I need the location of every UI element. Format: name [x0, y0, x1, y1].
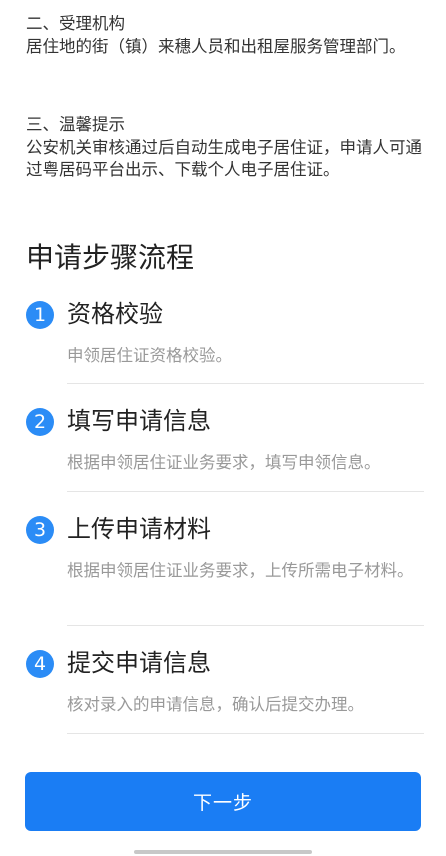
- info-section-tips: 三、温馨提示 公安机关审核通过后自动生成电子居住证，申请人可通过粤居码平台出示、…: [26, 114, 424, 182]
- step-title: 填写申请信息: [67, 407, 211, 435]
- divider: [67, 383, 424, 384]
- step-description: 根据申领居住证业务要求，填写申领信息。: [67, 453, 381, 472]
- section-heading: 三、温馨提示: [26, 115, 125, 134]
- divider: [67, 733, 424, 734]
- section-heading: 二、受理机构: [26, 14, 125, 33]
- step-number-icon: 2: [26, 408, 54, 436]
- step-number-icon: 4: [26, 650, 54, 678]
- info-section-acceptance-agency: 二、受理机构 居住地的街（镇）来穗人员和出租屋服务管理部门。: [26, 13, 424, 58]
- section-body: 公安机关审核通过后自动生成电子居住证，申请人可通过粤居码平台出示、下载个人电子居…: [26, 137, 422, 180]
- next-step-button[interactable]: 下一步: [25, 772, 421, 831]
- step-title: 提交申请信息: [67, 649, 211, 677]
- step-title: 资格校验: [67, 300, 163, 328]
- steps-title: 申请步骤流程: [26, 241, 195, 274]
- divider: [67, 625, 424, 626]
- home-indicator[interactable]: [134, 850, 312, 854]
- step-description: 申领居住证资格校验。: [67, 346, 232, 365]
- step-number-icon: 3: [26, 516, 54, 544]
- step-description: 根据申领居住证业务要求，上传所需电子材料。: [67, 561, 414, 580]
- section-body: 居住地的街（镇）来穗人员和出租屋服务管理部门。: [26, 36, 406, 56]
- step-description: 核对录入的申请信息，确认后提交办理。: [67, 695, 364, 714]
- step-title: 上传申请材料: [67, 515, 211, 543]
- divider: [67, 491, 424, 492]
- step-number-icon: 1: [26, 301, 54, 329]
